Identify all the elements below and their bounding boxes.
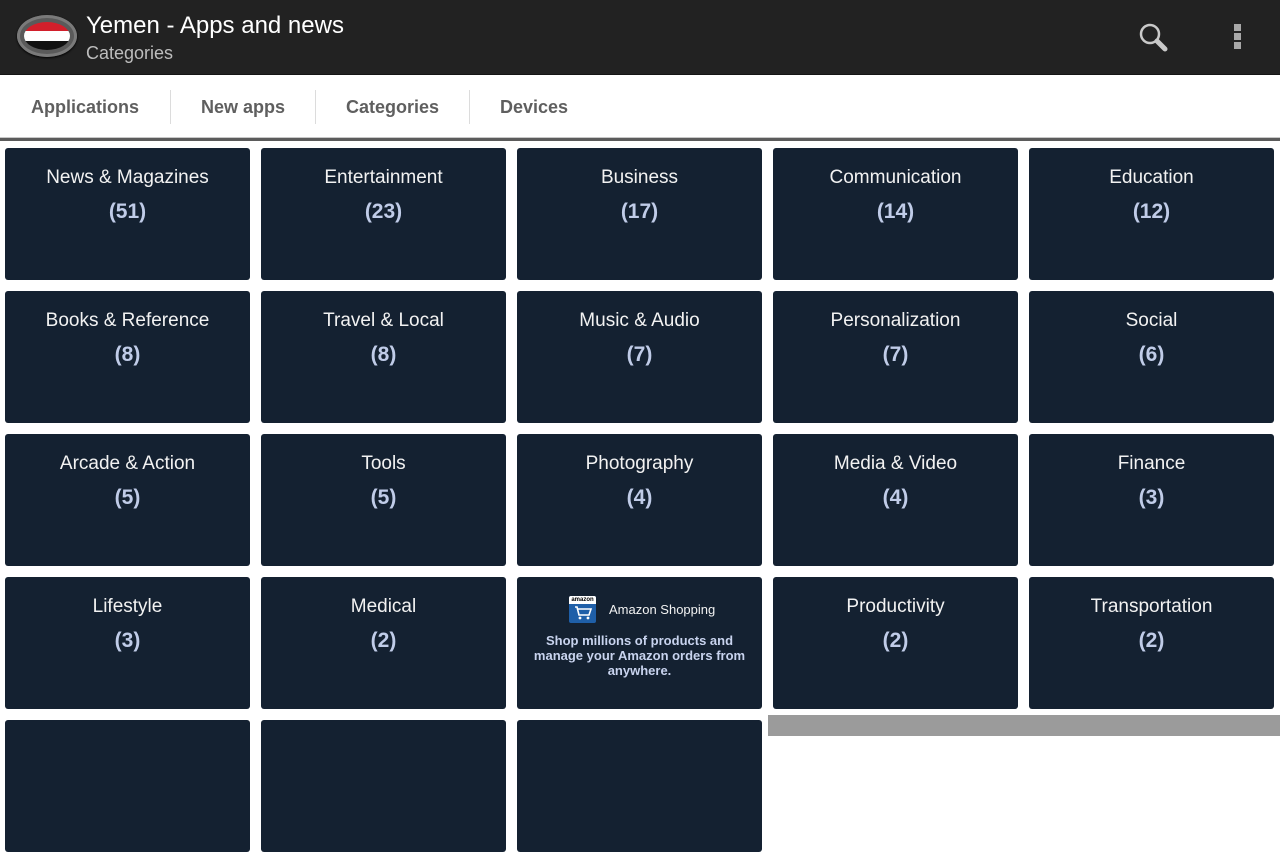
category-count: (8) <box>370 343 397 366</box>
category-count: (3) <box>1138 486 1165 509</box>
category-tile-partial[interactable] <box>5 720 250 852</box>
category-count: (2) <box>882 629 909 652</box>
category-name: Communication <box>829 167 962 188</box>
category-tile[interactable]: Lifestyle (3) <box>5 577 250 709</box>
category-tile-partial[interactable] <box>261 720 506 852</box>
category-name: Tools <box>361 453 406 474</box>
tab-devices[interactable]: Devices <box>470 75 598 138</box>
category-tile[interactable]: Arcade & Action (5) <box>5 434 250 566</box>
category-name: Social <box>1125 310 1178 331</box>
category-count: (14) <box>876 200 915 223</box>
category-tile[interactable]: Education (12) <box>1029 148 1274 280</box>
category-count: (2) <box>370 629 397 652</box>
category-tile[interactable]: Business (17) <box>517 148 762 280</box>
cart-glyph <box>575 606 593 620</box>
more-vert-icon <box>1234 24 1241 49</box>
category-tile[interactable]: Music & Audio (7) <box>517 291 762 423</box>
category-name: News & Magazines <box>46 167 209 188</box>
flag-stripes <box>24 22 70 50</box>
category-count: (2) <box>1138 629 1165 652</box>
category-count: (5) <box>114 486 141 509</box>
category-tile[interactable]: Tools (5) <box>261 434 506 566</box>
ad-title: Amazon Shopping <box>609 602 716 617</box>
category-name: Transportation <box>1090 596 1213 617</box>
category-name: Photography <box>585 453 694 474</box>
category-count: (23) <box>364 200 403 223</box>
category-tile[interactable]: Travel & Local (8) <box>261 291 506 423</box>
category-count: (5) <box>370 486 397 509</box>
tab-new-apps[interactable]: New apps <box>171 75 315 138</box>
category-count: (4) <box>626 486 653 509</box>
category-name: Books & Reference <box>45 310 210 331</box>
category-name: Lifestyle <box>92 596 163 617</box>
app-subtitle: Categories <box>86 43 174 63</box>
category-tile[interactable]: Personalization (7) <box>773 291 1018 423</box>
category-tile-partial[interactable] <box>517 720 762 852</box>
category-name: Business <box>600 167 679 188</box>
category-tile[interactable]: Finance (3) <box>1029 434 1274 566</box>
category-tile[interactable]: Productivity (2) <box>773 577 1018 709</box>
category-name: Music & Audio <box>579 310 700 331</box>
flag-black-stripe <box>24 40 70 50</box>
category-count: (6) <box>1138 343 1165 366</box>
app-bar: Yemen - Apps and news Categories <box>0 0 1280 75</box>
category-tile[interactable]: Books & Reference (8) <box>5 291 250 423</box>
category-name: Education <box>1109 167 1194 188</box>
category-name: Media & Video <box>833 453 958 474</box>
category-count: (12) <box>1132 200 1171 223</box>
flag-white-stripe <box>24 31 70 41</box>
loading-placeholder <box>768 715 1280 736</box>
category-count: (17) <box>620 200 659 223</box>
category-count: (7) <box>626 343 653 366</box>
category-name: Finance <box>1117 453 1186 474</box>
category-name: Travel & Local <box>323 310 444 331</box>
category-tile[interactable]: Transportation (2) <box>1029 577 1274 709</box>
ad-tile[interactable]: amazon Amazon Shopping Shop millions of pr… <box>517 577 762 709</box>
ad-description: Shop millions of products and manage you… <box>533 633 746 678</box>
category-count: (51) <box>108 200 147 223</box>
yemen-flag-icon[interactable] <box>17 15 77 57</box>
category-tile[interactable]: Communication (14) <box>773 148 1018 280</box>
category-tile[interactable]: Photography (4) <box>517 434 762 566</box>
category-count: (3) <box>114 629 141 652</box>
search-icon <box>1139 23 1168 52</box>
category-name: Entertainment <box>324 167 443 188</box>
category-name: Arcade & Action <box>59 453 196 474</box>
category-count: (4) <box>882 486 909 509</box>
category-name: Medical <box>350 596 417 617</box>
category-grid: News & Magazines (51) Entertainment (23) Bus… <box>0 141 1280 852</box>
category-tile[interactable]: News & Magazines (51) <box>5 148 250 280</box>
search-button[interactable] <box>1134 18 1174 58</box>
overflow-menu-button[interactable] <box>1218 18 1258 58</box>
category-name: Productivity <box>846 596 945 617</box>
amazon-cart-icon: amazon <box>569 596 596 623</box>
category-count: (7) <box>882 343 909 366</box>
category-tile[interactable]: Social (6) <box>1029 291 1274 423</box>
tab-bar: Applications New apps Categories Devices <box>0 75 1280 138</box>
category-tile[interactable]: Media & Video (4) <box>773 434 1018 566</box>
tab-applications[interactable]: Applications <box>10 75 160 138</box>
flag-red-stripe <box>24 22 70 32</box>
category-tile[interactable]: Entertainment (23) <box>261 148 506 280</box>
category-tile[interactable]: Medical (2) <box>261 577 506 709</box>
category-name: Personalization <box>830 310 961 331</box>
app-title: Yemen - Apps and news <box>86 12 344 39</box>
tab-categories[interactable]: Categories <box>316 75 469 138</box>
category-count: (8) <box>114 343 141 366</box>
ad-header: amazon Amazon Shopping <box>569 596 715 623</box>
